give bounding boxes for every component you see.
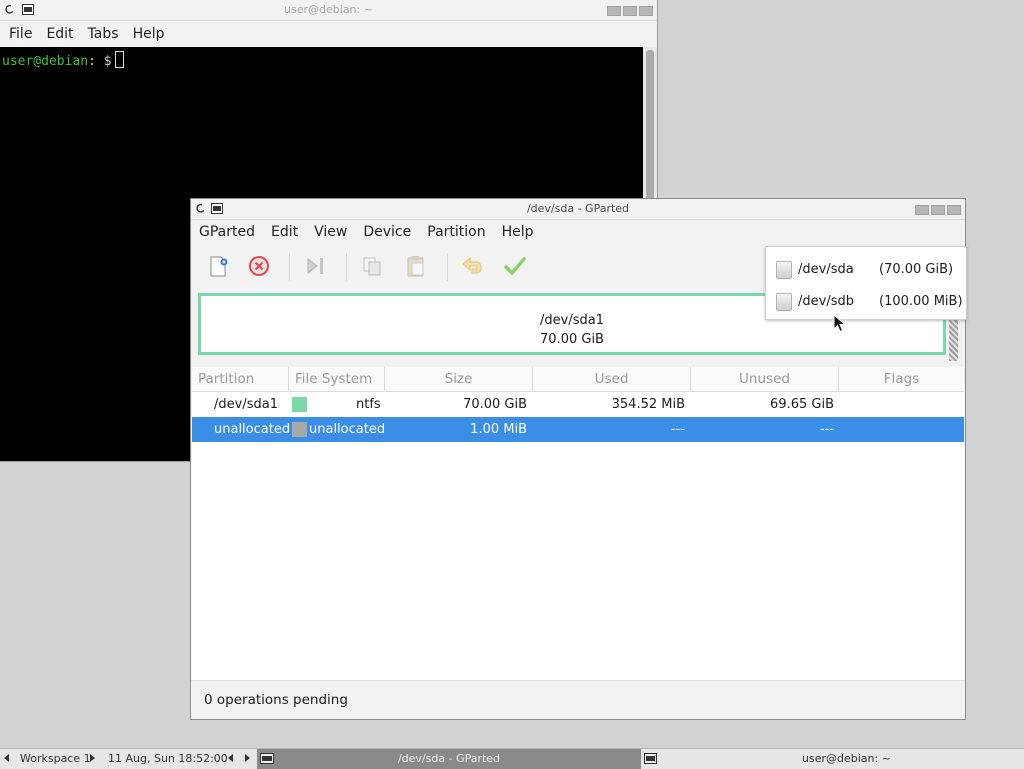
menu-edit[interactable]: Edit bbox=[39, 21, 80, 47]
menu-help[interactable]: Help bbox=[494, 220, 542, 244]
mouse-pointer-icon bbox=[833, 314, 847, 333]
toolbar-separator bbox=[346, 253, 347, 281]
device-size: (100.00 MiB) bbox=[879, 294, 963, 309]
cell-partition: unallocated bbox=[214, 422, 291, 437]
gparted-titlebar[interactable]: /dev/sda - GParted bbox=[191, 199, 965, 220]
device-name: /dev/sdb bbox=[798, 294, 854, 309]
hard-disk-icon bbox=[776, 261, 792, 279]
new-icon[interactable] bbox=[205, 253, 231, 279]
shell-prompt: user@debian: $ bbox=[2, 51, 124, 69]
window-buttons bbox=[605, 5, 653, 20]
cell-file-system: unallocated bbox=[309, 422, 386, 437]
minimize-button[interactable] bbox=[915, 205, 929, 215]
minimize-button[interactable] bbox=[607, 6, 621, 16]
undo-icon[interactable] bbox=[459, 253, 485, 279]
delete-icon[interactable] bbox=[246, 253, 272, 279]
device-item-sda[interactable]: /dev/sda (70.00 GiB) bbox=[766, 251, 966, 283]
fs-color-swatch bbox=[292, 397, 307, 412]
maximize-button[interactable] bbox=[931, 205, 945, 215]
menu-edit[interactable]: Edit bbox=[263, 220, 306, 244]
text-cursor bbox=[114, 51, 124, 68]
workspace-next-icon[interactable] bbox=[90, 754, 95, 762]
table-row[interactable]: /dev/sda1 ntfs 70.00 GiB 354.52 MiB 69.6… bbox=[192, 392, 964, 417]
toolbar-separator bbox=[289, 253, 290, 281]
partition-map-unallocated[interactable] bbox=[949, 320, 958, 361]
column-size[interactable]: Size bbox=[385, 367, 533, 391]
cell-unused: 69.65 GiB bbox=[770, 397, 834, 412]
device-item-sdb[interactable]: /dev/sdb (100.00 MiB) bbox=[766, 283, 966, 315]
taskbar: Workspace 1 11 Aug, Sun 18:52:00 /dev/sd… bbox=[0, 748, 1024, 769]
prompt-user: user@debian bbox=[2, 54, 89, 69]
column-flags[interactable]: Flags bbox=[839, 367, 964, 391]
menu-device[interactable]: Device bbox=[355, 220, 419, 244]
task-next-icon[interactable] bbox=[245, 754, 250, 762]
device-dropdown[interactable]: /dev/sda (70.00 GiB) /dev/sdb (100.00 Mi… bbox=[765, 246, 967, 320]
hard-disk-icon bbox=[776, 293, 792, 311]
workspace-label[interactable]: Workspace 1 bbox=[20, 752, 91, 765]
close-button[interactable] bbox=[947, 205, 961, 215]
apply-icon[interactable] bbox=[502, 253, 528, 279]
map-partition-size: 70.00 GiB bbox=[540, 332, 604, 347]
device-name: /dev/sda bbox=[798, 262, 854, 277]
column-file-system[interactable]: File System bbox=[289, 367, 385, 391]
terminal-app-icon bbox=[644, 753, 657, 764]
cell-used: 354.52 MiB bbox=[611, 397, 685, 412]
terminal-titlebar[interactable]: user@debian: ~ bbox=[0, 0, 657, 21]
terminal-menubar: File Edit Tabs Help bbox=[0, 21, 657, 47]
cell-size: 1.00 MiB bbox=[470, 422, 527, 437]
gparted-menubar: GParted Edit View Device Partition Help bbox=[191, 220, 965, 244]
cell-partition: /dev/sda1 bbox=[214, 397, 278, 412]
gparted-title: /dev/sda - GParted bbox=[526, 202, 630, 215]
menu-tabs[interactable]: Tabs bbox=[81, 21, 126, 47]
fs-color-swatch bbox=[292, 422, 307, 437]
terminal-title: user@debian: ~ bbox=[284, 3, 373, 16]
menu-view[interactable]: View bbox=[306, 220, 355, 244]
toolbar-separator bbox=[447, 253, 448, 281]
resize-move-icon[interactable] bbox=[303, 253, 329, 279]
close-button[interactable] bbox=[639, 6, 653, 16]
column-used[interactable]: Used bbox=[533, 367, 691, 391]
copy-icon[interactable] bbox=[359, 253, 385, 279]
partition-table[interactable]: Partition File System Size Used Unused F… bbox=[192, 367, 964, 681]
menu-help[interactable]: Help bbox=[126, 21, 172, 47]
cell-file-system: ntfs bbox=[356, 397, 381, 412]
cell-size: 70.00 GiB bbox=[463, 397, 527, 412]
workspace-prev-icon[interactable] bbox=[4, 754, 9, 762]
operations-pending-text: 0 operations pending bbox=[204, 692, 348, 708]
task-terminal-label: user@debian: ~ bbox=[802, 752, 891, 765]
cell-used: --- bbox=[670, 422, 685, 437]
prompt-symbol: : $ bbox=[88, 54, 112, 69]
clock: 11 Aug, Sun 18:52:00 bbox=[108, 752, 228, 765]
table-row-selected[interactable]: unallocated unallocated 1.00 MiB --- --- bbox=[192, 417, 964, 442]
task-prev-icon[interactable] bbox=[228, 754, 233, 762]
cell-unused: --- bbox=[819, 422, 834, 437]
task-gparted[interactable]: /dev/sda - GParted bbox=[257, 749, 641, 769]
status-bar: 0 operations pending bbox=[191, 680, 965, 719]
window-buttons bbox=[913, 204, 961, 219]
task-terminal[interactable]: user@debian: ~ bbox=[642, 749, 1024, 769]
menu-gparted[interactable]: GParted bbox=[191, 220, 263, 244]
table-header: Partition File System Size Used Unused F… bbox=[192, 367, 964, 392]
task-gparted-label: /dev/sda - GParted bbox=[397, 752, 501, 765]
device-size: (70.00 GiB) bbox=[879, 262, 954, 277]
maximize-button[interactable] bbox=[623, 6, 637, 16]
paste-icon[interactable] bbox=[403, 253, 429, 279]
column-unused[interactable]: Unused bbox=[691, 367, 839, 391]
menu-partition[interactable]: Partition bbox=[419, 220, 493, 244]
menu-file[interactable]: File bbox=[0, 21, 39, 47]
column-partition[interactable]: Partition bbox=[192, 367, 289, 391]
